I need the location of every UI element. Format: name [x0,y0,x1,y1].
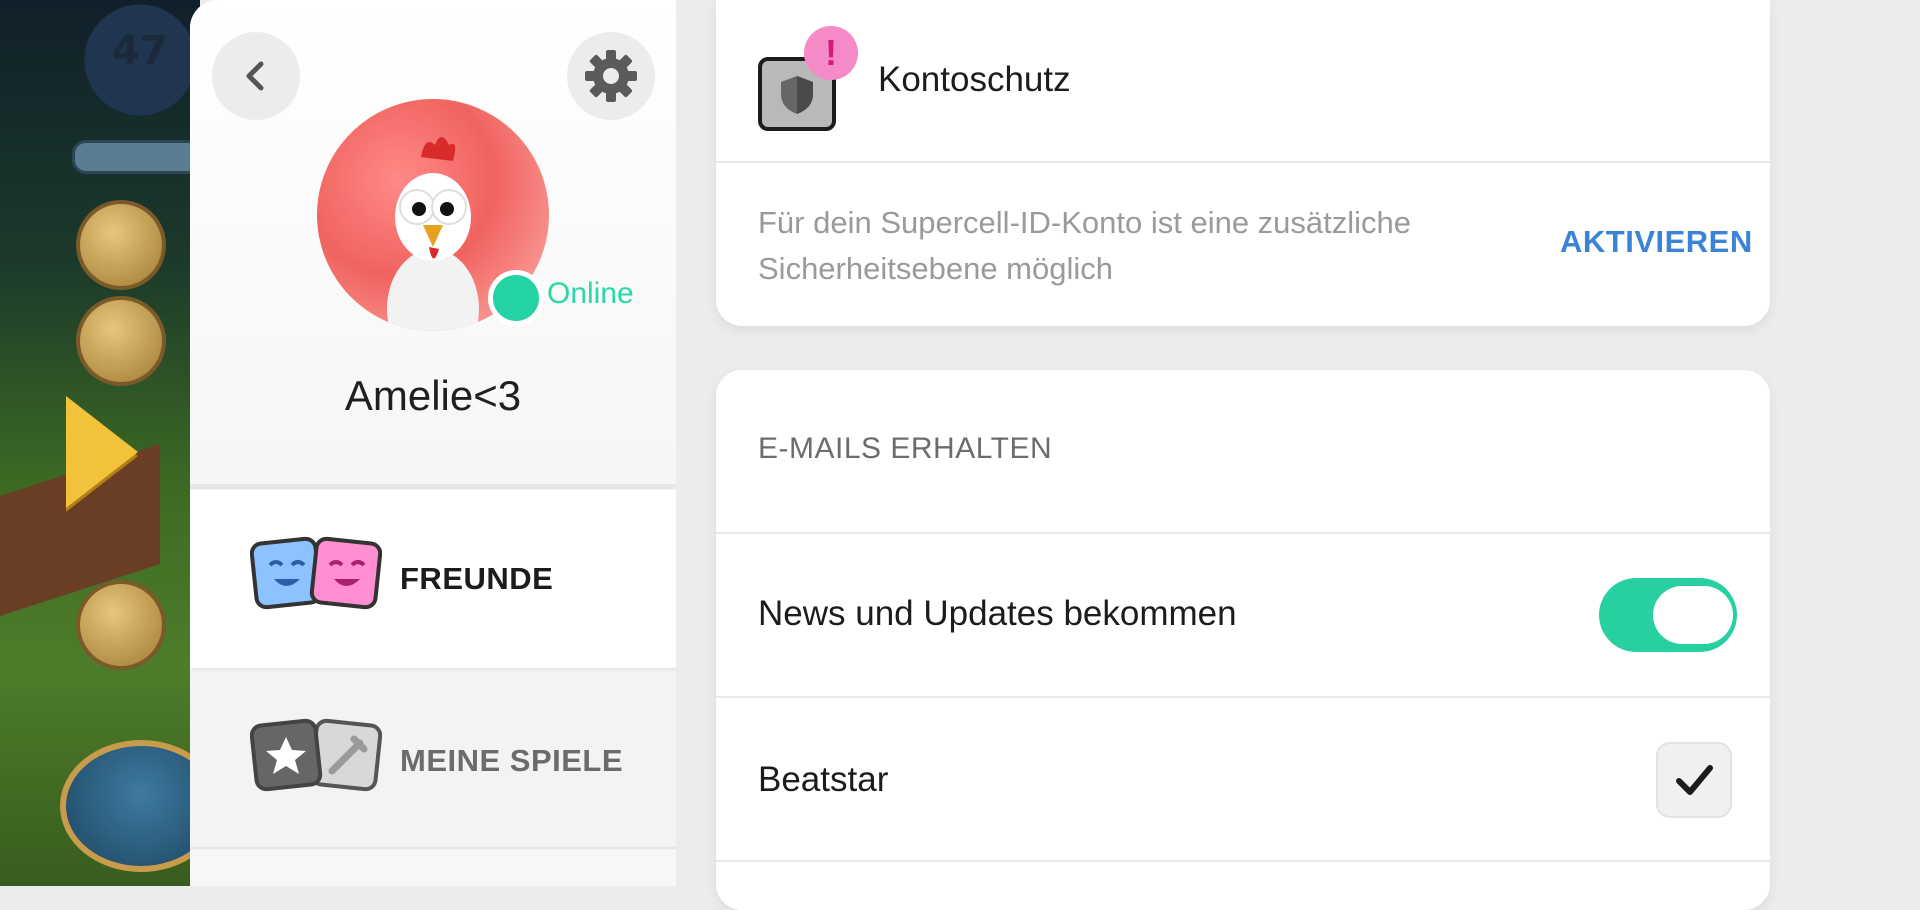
friends-icon [249,523,383,635]
game-xp-bar [72,140,208,174]
email-section-heading: E-MAILS ERHALTEN [758,432,1053,465]
game-book-button[interactable] [76,580,166,670]
email-preferences-card: E-MAILS ERHALTEN News und Updates bekomm… [716,370,1770,910]
tab-my-games[interactable]: MEINE SPIELE [190,672,676,850]
settings-button[interactable] [567,32,655,120]
game-play-icon[interactable] [66,396,138,508]
game-level-badge: 47 [112,28,168,74]
game-email-label-beatstar: Beatstar [758,760,889,799]
username: Amelie<3 [344,372,522,419]
chevron-left-icon [246,61,264,91]
gear-icon [585,50,637,102]
divider [190,484,676,489]
divider [716,532,1770,534]
beatstar-checkbox[interactable] [1656,742,1732,818]
divider [190,847,676,849]
back-button[interactable] [212,32,300,120]
account-protection-title: Kontoschutz [878,60,1071,99]
account-protection-card: ! Kontoschutz Für dein Supercell-ID-Kont… [716,0,1770,326]
toggle-knob [1653,586,1733,644]
news-updates-label: News und Updates bekommen [758,594,1237,633]
news-updates-toggle[interactable] [1599,578,1737,652]
divider [716,161,1770,163]
tab-my-games-label: MEINE SPIELE [400,743,624,778]
game-mail-button[interactable] [76,296,166,386]
game-menu-button[interactable] [76,200,166,290]
tab-friends-label: FREUNDE [400,561,554,596]
profile-panel: Online Amelie<3 FREUNDE MEINE SPIELE [190,0,676,886]
account-protection-description: Für dein Supercell-ID-Konto ist eine zus… [758,205,1412,286]
games-icon [249,705,383,817]
online-status-dot [488,270,544,326]
online-status-label: Online [547,277,634,310]
divider [716,696,1770,698]
profile-header: Online Amelie<3 [190,0,676,484]
activate-button[interactable]: AKTIVIEREN [1560,224,1753,260]
alert-icon: ! [804,26,858,80]
game-background: 47 [0,0,222,886]
tab-friends[interactable]: FREUNDE [190,490,676,668]
checkmark-icon [1676,765,1713,795]
divider [716,860,1770,862]
